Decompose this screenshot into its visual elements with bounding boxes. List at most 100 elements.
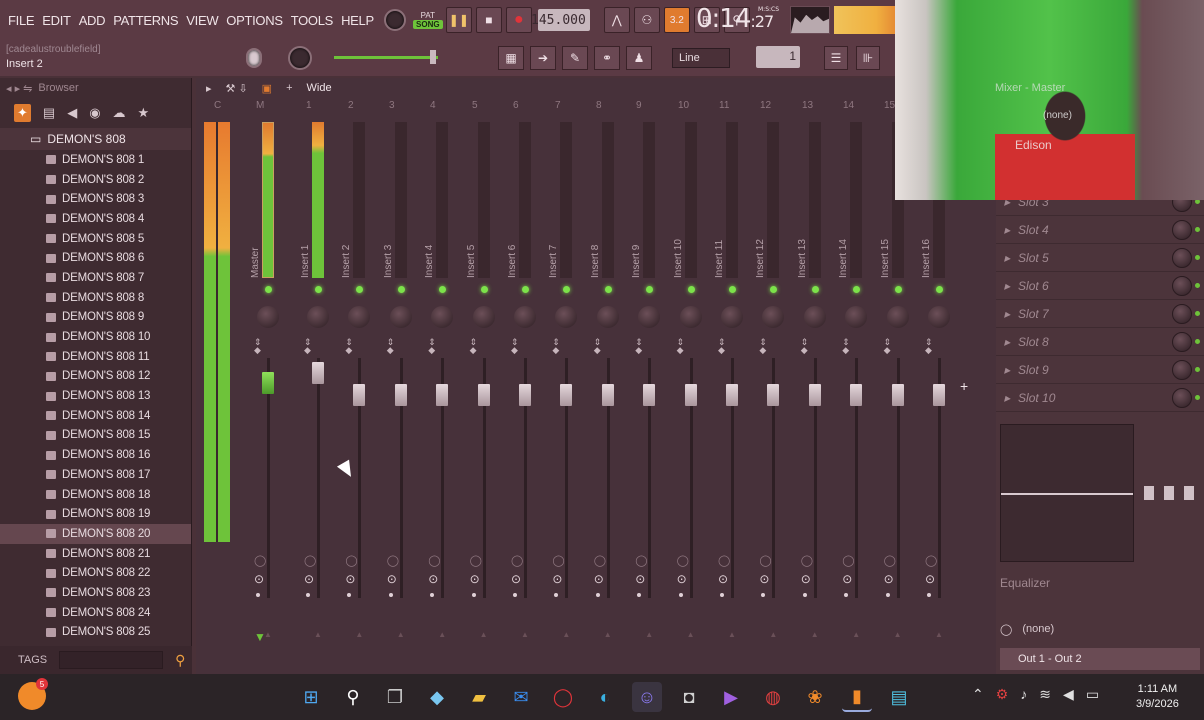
browser-file-item[interactable]: DEMON'S 808 19 <box>0 504 191 524</box>
browser-file-item[interactable]: DEMON'S 808 12 <box>0 367 191 387</box>
record-arm-icon[interactable]: ◯ <box>925 554 937 567</box>
pan-knob[interactable] <box>348 306 371 328</box>
enable-led[interactable] <box>315 286 322 293</box>
route-arrow-icon[interactable]: ▲ <box>935 630 943 639</box>
pan-knob[interactable] <box>886 306 909 328</box>
pan-knob[interactable] <box>555 306 578 328</box>
routing-knob-icon[interactable]: ⊙ <box>345 572 355 586</box>
browser-file-item[interactable]: DEMON'S 808 24 <box>0 603 191 623</box>
insert-volume-fader[interactable] <box>684 384 697 406</box>
record-arm-icon[interactable]: ◯ <box>428 554 440 567</box>
insert-strip-meter[interactable] <box>560 122 573 278</box>
mixer-arrow-icon[interactable]: ▸ <box>206 82 212 95</box>
insert-strip-meter[interactable] <box>436 122 449 278</box>
pan-knob[interactable] <box>389 306 412 328</box>
routing-knob-icon[interactable]: ⊙ <box>254 572 264 586</box>
task-view-icon[interactable]: ❐ <box>380 682 410 712</box>
route-dot[interactable] <box>256 593 260 597</box>
search-taskbar-icon[interactable]: ⚲ <box>338 682 368 712</box>
stamp-icon[interactable]: ♟ <box>626 46 652 70</box>
chrome-icon[interactable]: ◍ <box>758 682 788 712</box>
insert-strip-meter[interactable] <box>601 122 614 278</box>
record-arm-icon[interactable]: ◯ <box>345 554 357 567</box>
route-dot[interactable] <box>720 593 724 597</box>
insert-volume-fader[interactable] <box>519 384 531 406</box>
route-dot[interactable] <box>761 593 766 597</box>
record-arm-icon[interactable]: ◯ <box>254 554 266 567</box>
browser-file-item[interactable]: DEMON'S 808 8 <box>0 288 191 308</box>
wifi-icon[interactable]: ≋ <box>1039 686 1051 703</box>
route-dot[interactable] <box>471 593 476 597</box>
enable-led[interactable] <box>563 286 571 293</box>
browser-file-item[interactable]: DEMON'S 808 9 <box>0 308 191 328</box>
record-arm-icon[interactable]: ◯ <box>304 554 316 567</box>
insert-volume-fader[interactable] <box>850 384 863 406</box>
insert-volume-fader[interactable] <box>477 384 490 406</box>
route-arrow-icon[interactable]: ▲ <box>852 630 860 639</box>
menu-tools[interactable]: TOOLS <box>291 13 334 28</box>
insert-strip-meter[interactable] <box>850 122 863 278</box>
cloud-icon[interactable]: ☁ <box>113 105 126 121</box>
mixer-view-label[interactable]: Wide <box>307 82 332 94</box>
stereo-separation-icon[interactable]: ⇕ ◆ <box>677 338 685 355</box>
insert-strip-meter[interactable] <box>684 122 697 278</box>
route-dot[interactable] <box>678 593 683 597</box>
slot-enable-led[interactable] <box>1195 227 1200 232</box>
insert-volume-fader[interactable] <box>560 384 573 406</box>
routing-knob-icon[interactable]: ⊙ <box>801 572 811 586</box>
route-arrow-icon[interactable]: ▲ <box>397 630 405 639</box>
snap-selector[interactable]: Line <box>672 48 730 68</box>
route-arrow-icon[interactable]: ▲ <box>687 630 695 639</box>
browser-file-item[interactable]: DEMON'S 808 22 <box>0 563 191 583</box>
stereo-separation-icon[interactable]: ⇕ ◆ <box>552 338 560 355</box>
pattern-selector[interactable]: 1 <box>756 46 800 68</box>
route-arrow-icon[interactable]: ▲ <box>728 630 736 639</box>
route-arrow-icon[interactable]: ▲ <box>562 630 570 639</box>
clipchamp-icon[interactable]: ▶ <box>716 682 746 712</box>
file-explorer-icon[interactable]: ▰ <box>464 682 494 712</box>
browser-file-item[interactable]: DEMON'S 808 10 <box>0 327 191 347</box>
browser-file-item[interactable]: DEMON'S 808 20 <box>0 524 191 544</box>
metronome-icon[interactable]: ⋀ <box>603 7 630 33</box>
mixer-tools-icon[interactable]: ⚒ ⇩ <box>226 82 248 95</box>
enable-led[interactable] <box>646 286 654 293</box>
copilot-icon[interactable]: ◆ <box>422 682 452 712</box>
camera-icon[interactable]: ◘ <box>674 682 704 712</box>
record-button[interactable]: ● <box>505 7 532 33</box>
pan-knob[interactable] <box>721 306 743 328</box>
route-arrow-icon[interactable]: ▲ <box>811 630 819 639</box>
nav-arrows-icon[interactable]: ◂ ▸ ⇋ <box>6 82 32 95</box>
slot-enable-led[interactable] <box>1195 255 1200 260</box>
insert-volume-fader[interactable] <box>891 384 904 406</box>
route-dot[interactable] <box>306 593 310 597</box>
browser-file-item[interactable]: DEMON'S 808 6 <box>0 248 191 268</box>
enable-led[interactable] <box>853 286 861 293</box>
route-dot[interactable] <box>885 593 890 597</box>
eq-graph[interactable] <box>1000 424 1134 562</box>
arrow-icon[interactable]: ➔ <box>530 46 556 70</box>
routing-knob-icon[interactable]: ⊙ <box>842 572 852 586</box>
insert-strip-meter[interactable] <box>643 122 656 278</box>
effect-slot[interactable]: ▸ Slot 6 <box>996 272 1204 300</box>
routing-knob-icon[interactable]: ⊙ <box>511 572 521 586</box>
stereo-separation-icon[interactable]: ⇕ ◆ <box>387 338 395 355</box>
slot-mix-knob[interactable] <box>1172 219 1192 240</box>
battery-icon[interactable]: ▭ <box>1086 686 1099 703</box>
insert-strip-meter[interactable] <box>808 122 821 278</box>
route-arrow-icon[interactable]: ▲ <box>769 630 777 639</box>
insert-strip-meter[interactable] <box>767 122 780 278</box>
browser-file-item[interactable]: DEMON'S 808 2 <box>0 170 191 190</box>
widgets-icon[interactable] <box>18 678 48 710</box>
record-arm-icon[interactable]: ◯ <box>470 554 482 567</box>
song-position-clock[interactable]: 0:14:27 M:S:CS <box>696 4 779 34</box>
enable-led[interactable] <box>936 286 943 293</box>
draw-icon[interactable]: ✎ <box>562 46 588 70</box>
route-dot[interactable] <box>554 593 559 597</box>
stereo-separation-icon[interactable]: ⇕ ◆ <box>254 338 262 355</box>
slot-mix-knob[interactable] <box>1172 331 1192 352</box>
record-arm-icon[interactable]: ◯ <box>552 554 564 567</box>
windows-start-icon[interactable]: ⊞ <box>296 682 326 712</box>
discord-icon[interactable]: ☺ <box>632 682 662 712</box>
pan-knob[interactable] <box>638 306 661 328</box>
stereo-separation-icon[interactable]: ⇕ ◆ <box>842 338 850 355</box>
